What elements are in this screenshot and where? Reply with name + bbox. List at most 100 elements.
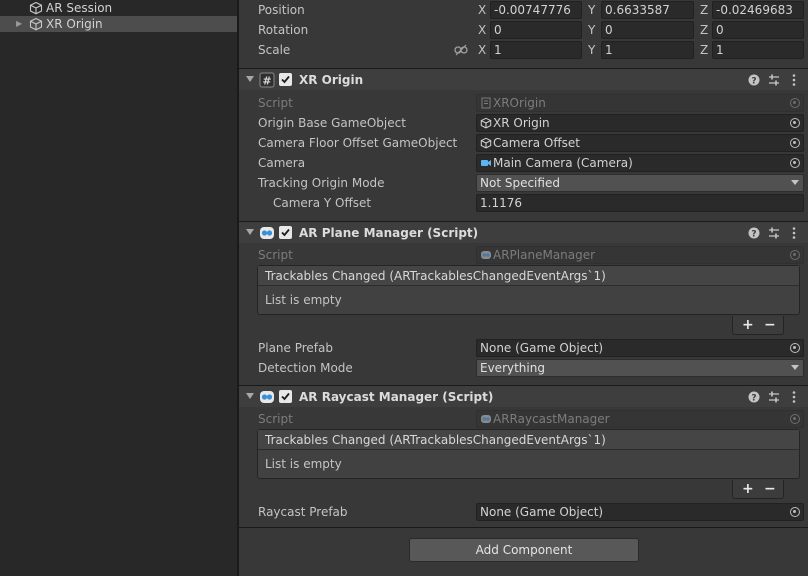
scale-label: Scale — [258, 43, 291, 57]
help-icon[interactable]: ? — [748, 227, 760, 240]
foldout-arrow-icon[interactable] — [246, 393, 254, 399]
script-field: ARPlaneManager — [476, 246, 804, 264]
svg-text:?: ? — [751, 394, 756, 404]
hierarchy-item-xr-origin[interactable]: ▶ XR Origin — [0, 16, 237, 32]
xr-origin-component-header[interactable]: # XR Origin ? — [239, 68, 808, 90]
camera-value: Main Camera (Camera) — [493, 156, 633, 170]
raycast-prefab-value: None (Game Object) — [480, 505, 604, 519]
add-listener-button[interactable]: + — [742, 316, 754, 334]
kebab-menu-icon[interactable] — [792, 391, 796, 403]
presets-sliders-icon[interactable] — [769, 74, 779, 86]
checkmark-icon — [281, 228, 290, 237]
camera-floor-offset-field[interactable]: Camera Offset — [476, 134, 804, 152]
script-label: Script — [258, 412, 293, 426]
scale-y-field[interactable]: 1 — [601, 41, 694, 59]
axis-x-label: X — [478, 43, 487, 57]
script-field: XROrigin — [476, 94, 804, 112]
detection-mode-row: Detection Mode Everything — [239, 358, 808, 378]
event-empty-text: List is empty — [265, 457, 342, 471]
camera-y-offset-field[interactable]: 1.1176 — [476, 194, 804, 212]
scale-row: Scale X 1 Y 1 Z 1 — [239, 40, 808, 60]
tracking-origin-mode-row: Tracking Origin Mode Not Specified — [239, 173, 808, 193]
raycast-manager-script-row: Script ARRaycastManager — [239, 409, 808, 429]
raycast-prefab-label: Raycast Prefab — [258, 505, 348, 519]
position-y-field[interactable]: 0.6633587 — [601, 1, 694, 19]
rotation-y-field[interactable]: 0 — [601, 21, 694, 39]
expand-arrow-icon[interactable]: ▶ — [16, 16, 22, 32]
tracking-origin-mode-label: Tracking Origin Mode — [258, 176, 385, 190]
kebab-menu-icon[interactable] — [792, 227, 796, 239]
hierarchy-item-ar-session[interactable]: AR Session — [0, 0, 237, 16]
inspector-panel: Position X -0.00747776 Y 0.6633587 Z -0.… — [239, 0, 808, 576]
scale-x-field[interactable]: 1 — [490, 41, 582, 59]
position-x-field[interactable]: -0.00747776 — [490, 1, 582, 19]
svg-text:#: # — [262, 75, 271, 88]
xr-origin-script-row: Script XROrigin — [239, 93, 808, 113]
component-title: AR Raycast Manager (Script) — [299, 390, 494, 404]
script-field: ARRaycastManager — [476, 410, 804, 428]
origin-base-value: XR Origin — [493, 116, 550, 130]
kebab-menu-icon[interactable] — [792, 74, 796, 86]
camera-field[interactable]: Main Camera (Camera) — [476, 154, 804, 172]
object-picker-icon[interactable] — [790, 343, 800, 353]
plane-prefab-field[interactable]: None (Game Object) — [476, 339, 804, 357]
foldout-arrow-icon[interactable] — [246, 229, 254, 235]
origin-base-row: Origin Base GameObject XR Origin — [239, 113, 808, 133]
event-add-remove-buttons: + − — [732, 316, 784, 335]
add-component-button[interactable]: Add Component — [409, 538, 639, 562]
hierarchy-panel: AR Session ▶ XR Origin — [0, 0, 237, 576]
component-header-icons: ? — [748, 74, 796, 87]
camera-y-offset-row: Camera Y Offset 1.1176 — [239, 193, 808, 213]
event-title: Trackables Changed (ARTrackablesChangedE… — [258, 266, 799, 286]
rotation-z-field[interactable]: 0 — [712, 21, 804, 39]
component-enabled-checkbox[interactable] — [279, 390, 292, 403]
component-enabled-checkbox[interactable] — [279, 226, 292, 239]
presets-sliders-icon[interactable] — [769, 227, 779, 239]
raycast-prefab-field[interactable]: None (Game Object) — [476, 503, 804, 521]
axis-x-label: X — [478, 3, 487, 17]
script-value: XROrigin — [493, 96, 546, 110]
trackables-changed-event: Trackables Changed (ARTrackablesChangedE… — [257, 265, 800, 315]
help-icon[interactable]: ? — [748, 74, 760, 87]
tracking-origin-mode-value: Not Specified — [480, 176, 560, 190]
scale-z-field[interactable]: 1 — [712, 41, 804, 59]
add-listener-button[interactable]: + — [742, 480, 754, 498]
remove-listener-button[interactable]: − — [764, 316, 776, 334]
component-header-icons: ? — [748, 227, 796, 240]
event-add-remove-buttons: + − — [732, 480, 784, 499]
dropdown-caret-icon — [791, 365, 799, 370]
object-picker-icon — [790, 414, 800, 424]
camera-floor-offset-label: Camera Floor Offset GameObject — [258, 136, 458, 150]
plane-prefab-value: None (Game Object) — [480, 341, 604, 355]
script-hash-icon: # — [259, 72, 275, 88]
component-title: XR Origin — [299, 73, 364, 87]
camera-y-offset-label: Camera Y Offset — [273, 196, 372, 210]
help-icon[interactable]: ? — [748, 391, 760, 404]
component-enabled-checkbox[interactable] — [279, 73, 292, 86]
constrain-proportions-link-icon[interactable] — [454, 44, 468, 56]
foldout-arrow-icon[interactable] — [246, 76, 254, 82]
checkmark-icon — [281, 392, 290, 401]
object-picker-icon[interactable] — [790, 138, 800, 148]
object-picker-icon[interactable] — [790, 507, 800, 517]
object-picker-icon[interactable] — [790, 158, 800, 168]
detection-mode-label: Detection Mode — [258, 361, 353, 375]
detection-mode-dropdown[interactable]: Everything — [476, 359, 804, 377]
object-picker-icon[interactable] — [790, 118, 800, 128]
axis-x-label: X — [478, 23, 487, 37]
ar-raycast-manager-component-header[interactable]: AR Raycast Manager (Script) ? — [239, 385, 808, 407]
origin-base-field[interactable]: XR Origin — [476, 114, 804, 132]
presets-sliders-icon[interactable] — [769, 391, 779, 403]
rotation-x-field[interactable]: 0 — [490, 21, 582, 39]
plane-manager-script-row: Script ARPlaneManager — [239, 245, 808, 265]
gameobject-cube-icon — [29, 17, 43, 31]
component-title: AR Plane Manager (Script) — [299, 226, 479, 240]
detection-mode-value: Everything — [480, 361, 545, 375]
hierarchy-item-label: AR Session — [46, 1, 113, 15]
position-z-field[interactable]: -0.02469683 — [712, 1, 804, 19]
position-row: Position X -0.00747776 Y 0.6633587 Z -0.… — [239, 0, 808, 20]
remove-listener-button[interactable]: − — [764, 480, 776, 498]
ar-plane-manager-component-header[interactable]: AR Plane Manager (Script) ? — [239, 221, 808, 243]
position-label: Position — [258, 3, 305, 17]
tracking-origin-mode-dropdown[interactable]: Not Specified — [476, 174, 804, 192]
